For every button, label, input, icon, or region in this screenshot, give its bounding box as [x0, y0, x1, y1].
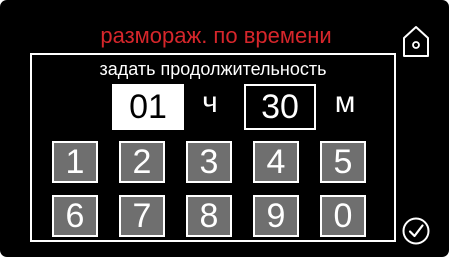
duration-panel: задать продолжительность 01 ч 30 м 1 2 3…	[30, 53, 396, 242]
keypad-key-4[interactable]: 4	[253, 141, 299, 183]
keypad-key-6[interactable]: 6	[52, 195, 98, 237]
home-icon	[403, 26, 429, 57]
keypad-key-3[interactable]: 3	[186, 141, 232, 183]
keypad-key-7[interactable]: 7	[119, 195, 165, 237]
minutes-unit-label: м	[334, 86, 356, 119]
defrost-timer-screen: размораж. по времени задать продолжитель…	[0, 0, 449, 257]
keypad-key-2[interactable]: 2	[119, 141, 165, 183]
hours-unit-label: ч	[202, 86, 218, 119]
confirm-button[interactable]	[401, 216, 431, 246]
home-button[interactable]	[400, 22, 432, 62]
keypad-key-5[interactable]: 5	[320, 141, 366, 183]
keypad-key-8[interactable]: 8	[186, 195, 232, 237]
check-circle-icon	[402, 217, 430, 245]
keypad-key-0[interactable]: 0	[320, 195, 366, 237]
minutes-field[interactable]: 30	[244, 84, 316, 130]
hours-field[interactable]: 01	[112, 84, 184, 130]
screen-title: размораж. по времени	[100, 23, 332, 48]
keypad-key-1[interactable]: 1	[52, 141, 98, 183]
keypad-key-9[interactable]: 9	[253, 195, 299, 237]
panel-subtitle: задать продолжительность	[99, 59, 327, 79]
